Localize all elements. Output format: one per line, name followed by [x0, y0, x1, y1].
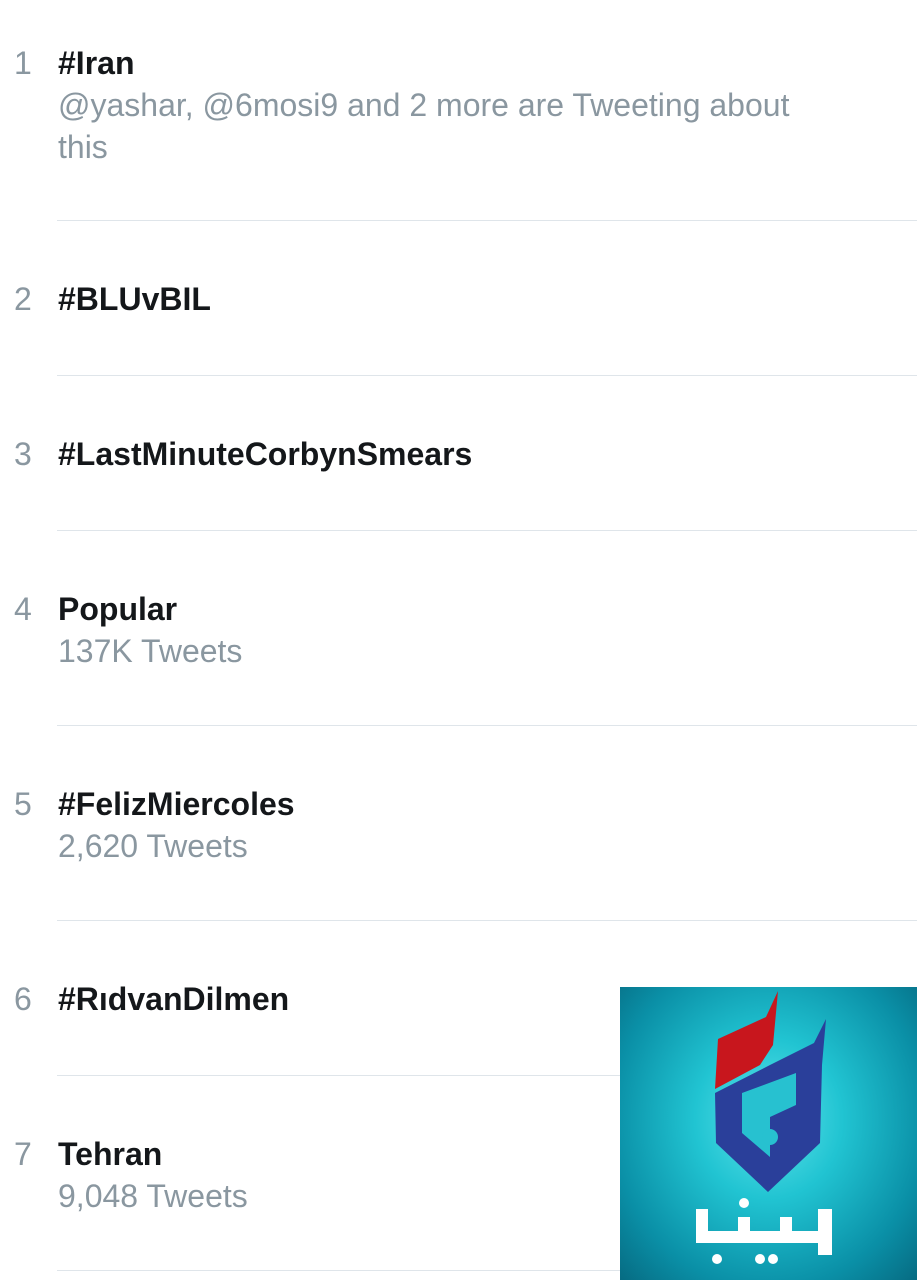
trend-rank: 1 [14, 45, 32, 81]
divider [57, 920, 917, 921]
trend-tweet-count: 137K Tweets [58, 633, 243, 669]
trend-name[interactable]: Popular [58, 590, 177, 628]
trend-name[interactable]: #Iran [58, 44, 134, 82]
trend-rank: 7 [14, 1136, 32, 1172]
trend-name[interactable]: #BLUvBIL [58, 280, 211, 318]
trend-item[interactable]: 5 #FelizMiercoles 2,620 Tweets [0, 785, 917, 920]
logo-nib-hole [762, 1129, 778, 1145]
divider [57, 220, 917, 221]
trend-rank: 2 [14, 281, 32, 317]
trend-rank: 4 [14, 591, 32, 627]
trend-item[interactable]: 4 Popular 137K Tweets [0, 590, 917, 725]
trend-name[interactable]: #RıdvanDilmen [58, 980, 289, 1018]
trend-item[interactable]: 1 #Iran @yashar, @6mosi9 and 2 more are … [0, 44, 917, 220]
trend-name[interactable]: #FelizMiercoles [58, 785, 295, 823]
divider [57, 530, 917, 531]
trend-context: @yashar, @6mosi9 and 2 more are Tweeting… [58, 87, 790, 165]
trend-item[interactable]: 2 #BLUvBIL [0, 280, 917, 375]
logo-wordmark [696, 1198, 832, 1264]
trend-tweet-count: 2,620 Tweets [58, 828, 248, 864]
ilna-logo-icon [696, 991, 832, 1264]
divider [57, 375, 917, 376]
trend-rank: 6 [14, 981, 32, 1017]
trend-name[interactable]: #LastMinuteCorbynSmears [58, 435, 472, 473]
trend-item[interactable]: 3 #LastMinuteCorbynSmears [0, 435, 917, 530]
trend-rank: 3 [14, 436, 32, 472]
trend-rank: 5 [14, 786, 32, 822]
ilna-logo-watermark [620, 987, 917, 1280]
trend-name[interactable]: Tehran [58, 1135, 162, 1173]
divider [57, 725, 917, 726]
